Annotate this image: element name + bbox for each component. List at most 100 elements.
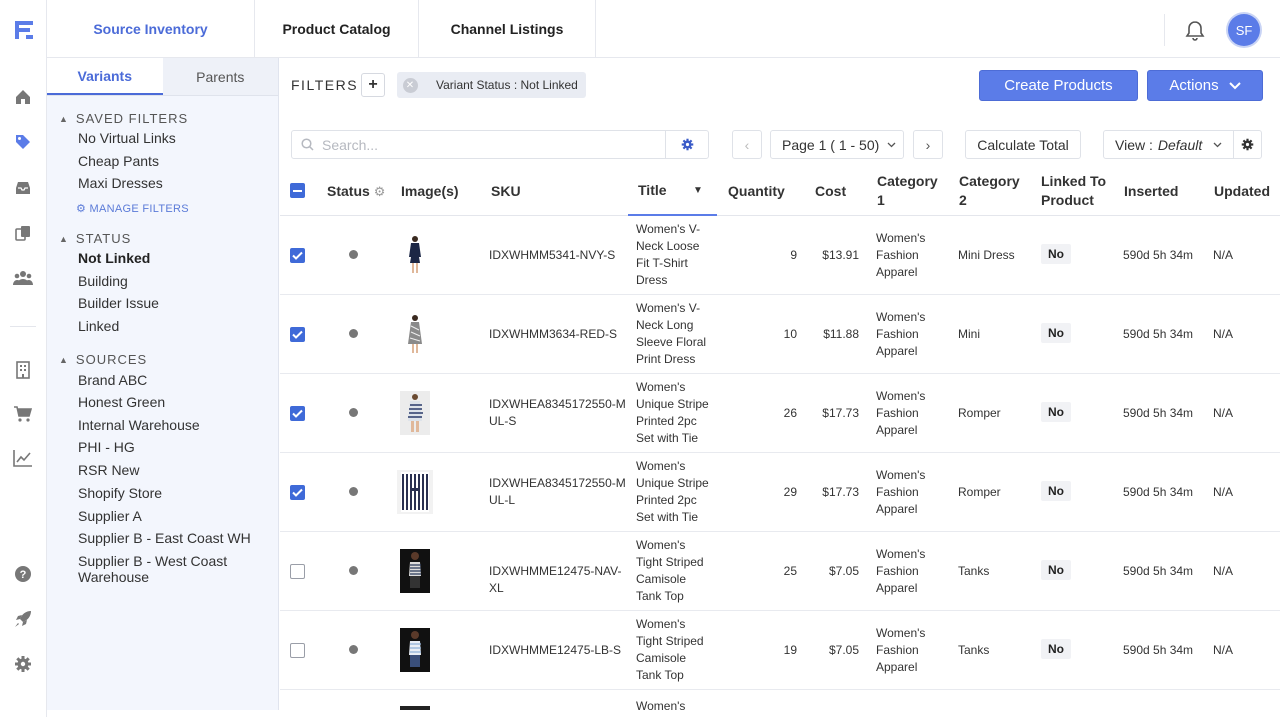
sku-cell: IDXWHMME12475-LB-S bbox=[489, 643, 622, 657]
product-thumbnail[interactable] bbox=[400, 312, 430, 356]
next-page-button[interactable]: › bbox=[913, 130, 943, 159]
table-row[interactable]: IDXWHMM5341-NVY-S Women's V-Neck Loose F… bbox=[280, 216, 1280, 295]
status-item[interactable]: Linked bbox=[78, 318, 273, 334]
sku-cell: IDXWHEA8345172550-MUL-S bbox=[489, 397, 626, 428]
add-filter-button[interactable]: + bbox=[361, 73, 385, 97]
calculate-total-button[interactable]: Calculate Total bbox=[965, 130, 1081, 159]
column-header-category-1[interactable]: Category 1 bbox=[877, 172, 943, 210]
prev-page-button[interactable]: ‹ bbox=[732, 130, 762, 159]
product-thumbnail[interactable] bbox=[400, 706, 430, 710]
product-thumbnail[interactable] bbox=[400, 233, 430, 277]
bell-icon[interactable] bbox=[1184, 19, 1206, 41]
column-header-linked-to-product[interactable]: Linked To Product bbox=[1041, 172, 1117, 210]
row-checkbox[interactable] bbox=[290, 406, 305, 421]
tab-parents[interactable]: Parents bbox=[163, 58, 279, 95]
table-row[interactable]: Women's bbox=[280, 690, 1280, 710]
chevron-left-icon: ‹ bbox=[744, 136, 750, 153]
table-row[interactable]: IDXWHMM3634-RED-S Women's V-Neck Long Sl… bbox=[280, 295, 1280, 374]
search-input[interactable] bbox=[322, 136, 642, 153]
category-2-cell: Romper bbox=[958, 406, 1001, 420]
source-item[interactable]: Brand ABC bbox=[78, 372, 273, 388]
column-header-sku[interactable]: SKU bbox=[491, 182, 521, 201]
saved-filter-item[interactable]: Maxi Dresses bbox=[78, 175, 273, 191]
tab-channel-listings[interactable]: Channel Listings bbox=[419, 0, 596, 58]
source-item[interactable]: Shopify Store bbox=[78, 485, 273, 501]
sku-cell: IDXWHMME12475-NAV-XL bbox=[489, 564, 622, 595]
checkmark-icon bbox=[292, 251, 303, 260]
sku-cell: IDXWHMM5341-NVY-S bbox=[489, 248, 616, 262]
help-icon[interactable]: ? bbox=[12, 563, 34, 585]
building-icon[interactable] bbox=[12, 359, 34, 381]
gear-icon[interactable]: ⚙ bbox=[374, 184, 386, 199]
row-checkbox[interactable] bbox=[290, 248, 305, 263]
title-cell: Women's Unique Stripe Printed 2pc Set wi… bbox=[636, 459, 709, 524]
users-icon[interactable] bbox=[12, 267, 34, 289]
status-item[interactable]: Building bbox=[78, 273, 273, 289]
source-item[interactable]: Supplier B - West Coast Warehouse bbox=[78, 553, 248, 585]
sources-heading[interactable]: ▲ SOURCES bbox=[59, 352, 147, 367]
cost-cell: $13.91 bbox=[822, 248, 859, 262]
source-item[interactable]: Internal Warehouse bbox=[78, 417, 273, 433]
tab-variants[interactable]: Variants bbox=[47, 58, 163, 95]
column-header-inserted[interactable]: Inserted bbox=[1124, 182, 1178, 201]
chart-line-icon[interactable] bbox=[12, 447, 34, 469]
product-thumbnail[interactable] bbox=[400, 549, 430, 593]
actions-button[interactable]: Actions bbox=[1147, 70, 1263, 101]
app-logo-icon[interactable] bbox=[12, 18, 36, 42]
gear-icon bbox=[1241, 138, 1254, 151]
tag-icon[interactable] bbox=[12, 131, 34, 153]
column-header-updated[interactable]: Updated bbox=[1214, 182, 1270, 201]
settings-gear-icon[interactable] bbox=[12, 653, 34, 675]
source-item[interactable]: PHI - HG bbox=[78, 439, 273, 455]
column-header-images[interactable]: Image(s) bbox=[401, 182, 459, 201]
status-item-selected[interactable]: Not Linked bbox=[78, 250, 273, 266]
create-products-button[interactable]: Create Products bbox=[979, 70, 1138, 101]
chevron-up-icon: ▲ bbox=[59, 233, 69, 244]
tab-product-catalog[interactable]: Product Catalog bbox=[255, 0, 419, 58]
saved-filter-item[interactable]: No Virtual Links bbox=[78, 130, 273, 146]
quantity-cell: 9 bbox=[790, 248, 797, 262]
source-item[interactable]: Supplier A bbox=[78, 508, 273, 524]
rocket-icon[interactable] bbox=[12, 608, 34, 630]
source-item[interactable]: Honest Green bbox=[78, 394, 273, 410]
category-1-cell: Women's Fashion Apparel bbox=[876, 468, 926, 516]
tab-source-inventory[interactable]: Source Inventory bbox=[47, 0, 255, 58]
home-icon[interactable] bbox=[12, 86, 34, 108]
saved-filters-heading[interactable]: ▲ SAVED FILTERS bbox=[59, 111, 188, 126]
source-item[interactable]: RSR New bbox=[78, 462, 273, 478]
table-header: Status ⚙ Image(s) SKU Title ▼ Quantity C… bbox=[280, 166, 1280, 216]
copy-icon[interactable] bbox=[12, 222, 34, 244]
status-heading[interactable]: ▲ STATUS bbox=[59, 231, 131, 246]
select-all-checkbox[interactable] bbox=[290, 183, 305, 198]
table-row[interactable]: IDXWHEA8345172550-MUL-L Women's Unique S… bbox=[280, 453, 1280, 532]
column-header-status[interactable]: Status ⚙ bbox=[327, 182, 385, 201]
column-header-cost[interactable]: Cost bbox=[815, 182, 846, 201]
column-header-quantity[interactable]: Quantity bbox=[728, 182, 785, 201]
inbox-icon[interactable] bbox=[12, 177, 34, 199]
search-settings-button[interactable] bbox=[665, 130, 709, 159]
category-2-cell: Tanks bbox=[958, 564, 990, 578]
table-row[interactable]: IDXWHEA8345172550-MUL-S Women's Unique S… bbox=[280, 374, 1280, 453]
product-thumbnail[interactable] bbox=[400, 628, 430, 672]
product-thumbnail[interactable] bbox=[400, 391, 430, 435]
row-checkbox[interactable] bbox=[290, 485, 305, 500]
remove-filter-icon[interactable]: ✕ bbox=[397, 72, 423, 98]
source-item[interactable]: Supplier B - East Coast WH bbox=[78, 530, 273, 546]
product-thumbnail[interactable] bbox=[397, 470, 433, 514]
row-checkbox[interactable] bbox=[290, 327, 305, 342]
saved-filter-item[interactable]: Cheap Pants bbox=[78, 153, 273, 169]
table-row[interactable]: IDXWHMME12475-NAV-XL Women's Tight Strip… bbox=[280, 532, 1280, 611]
page-select[interactable]: Page 1 ( 1 - 50) bbox=[770, 130, 904, 159]
view-settings-button[interactable] bbox=[1233, 130, 1262, 159]
column-header-category-2[interactable]: Category 2 bbox=[959, 172, 1025, 210]
table-row[interactable]: IDXWHMME12475-LB-S Women's Tight Striped… bbox=[280, 611, 1280, 690]
cart-icon[interactable] bbox=[12, 403, 34, 425]
category-2-cell: Mini Dress bbox=[958, 248, 1015, 262]
row-checkbox[interactable] bbox=[290, 643, 305, 658]
row-checkbox[interactable] bbox=[290, 564, 305, 579]
status-item[interactable]: Builder Issue bbox=[78, 295, 273, 311]
avatar[interactable]: SF bbox=[1228, 14, 1260, 46]
view-select[interactable]: View : Default bbox=[1103, 130, 1234, 159]
manage-filters-link[interactable]: ⚙ MANAGE FILTERS bbox=[76, 202, 189, 215]
category-2-cell: Romper bbox=[958, 485, 1001, 499]
